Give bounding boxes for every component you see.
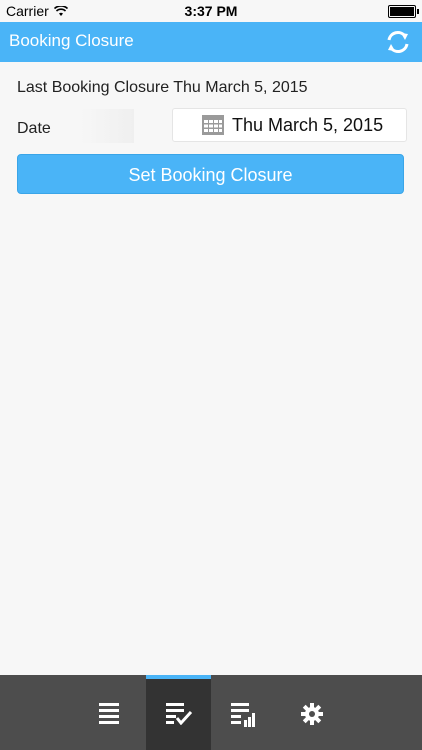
date-value: Thu March 5, 2015 [232,114,384,135]
date-label-cell: Date [0,109,134,143]
refresh-icon [387,31,409,53]
status-bar: Carrier 3:37 PM [0,0,422,22]
page-title: Booking Closure [9,31,134,50]
set-booking-closure-button[interactable]: Set Booking Closure [17,154,404,194]
tab-bar [0,675,422,750]
calendar-icon [202,115,224,135]
battery-icon [388,5,419,18]
report-chart-icon [230,703,255,727]
status-time: 3:37 PM [184,3,238,19]
last-booking-closure-text: Last Booking Closure Thu March 5, 2015 [17,79,308,96]
checklist-icon [165,703,192,725]
list-icon [98,703,119,724]
nav-bar: Booking Closure [0,22,422,62]
date-picker-field[interactable]: Thu March 5, 2015 [172,108,407,142]
date-label: Date [17,120,51,137]
tab-reports[interactable] [211,675,276,750]
tab-list[interactable] [76,675,141,750]
gear-icon [300,703,323,725]
refresh-button[interactable] [384,28,412,56]
tab-checklist[interactable] [146,675,211,750]
tab-settings[interactable] [279,675,344,750]
